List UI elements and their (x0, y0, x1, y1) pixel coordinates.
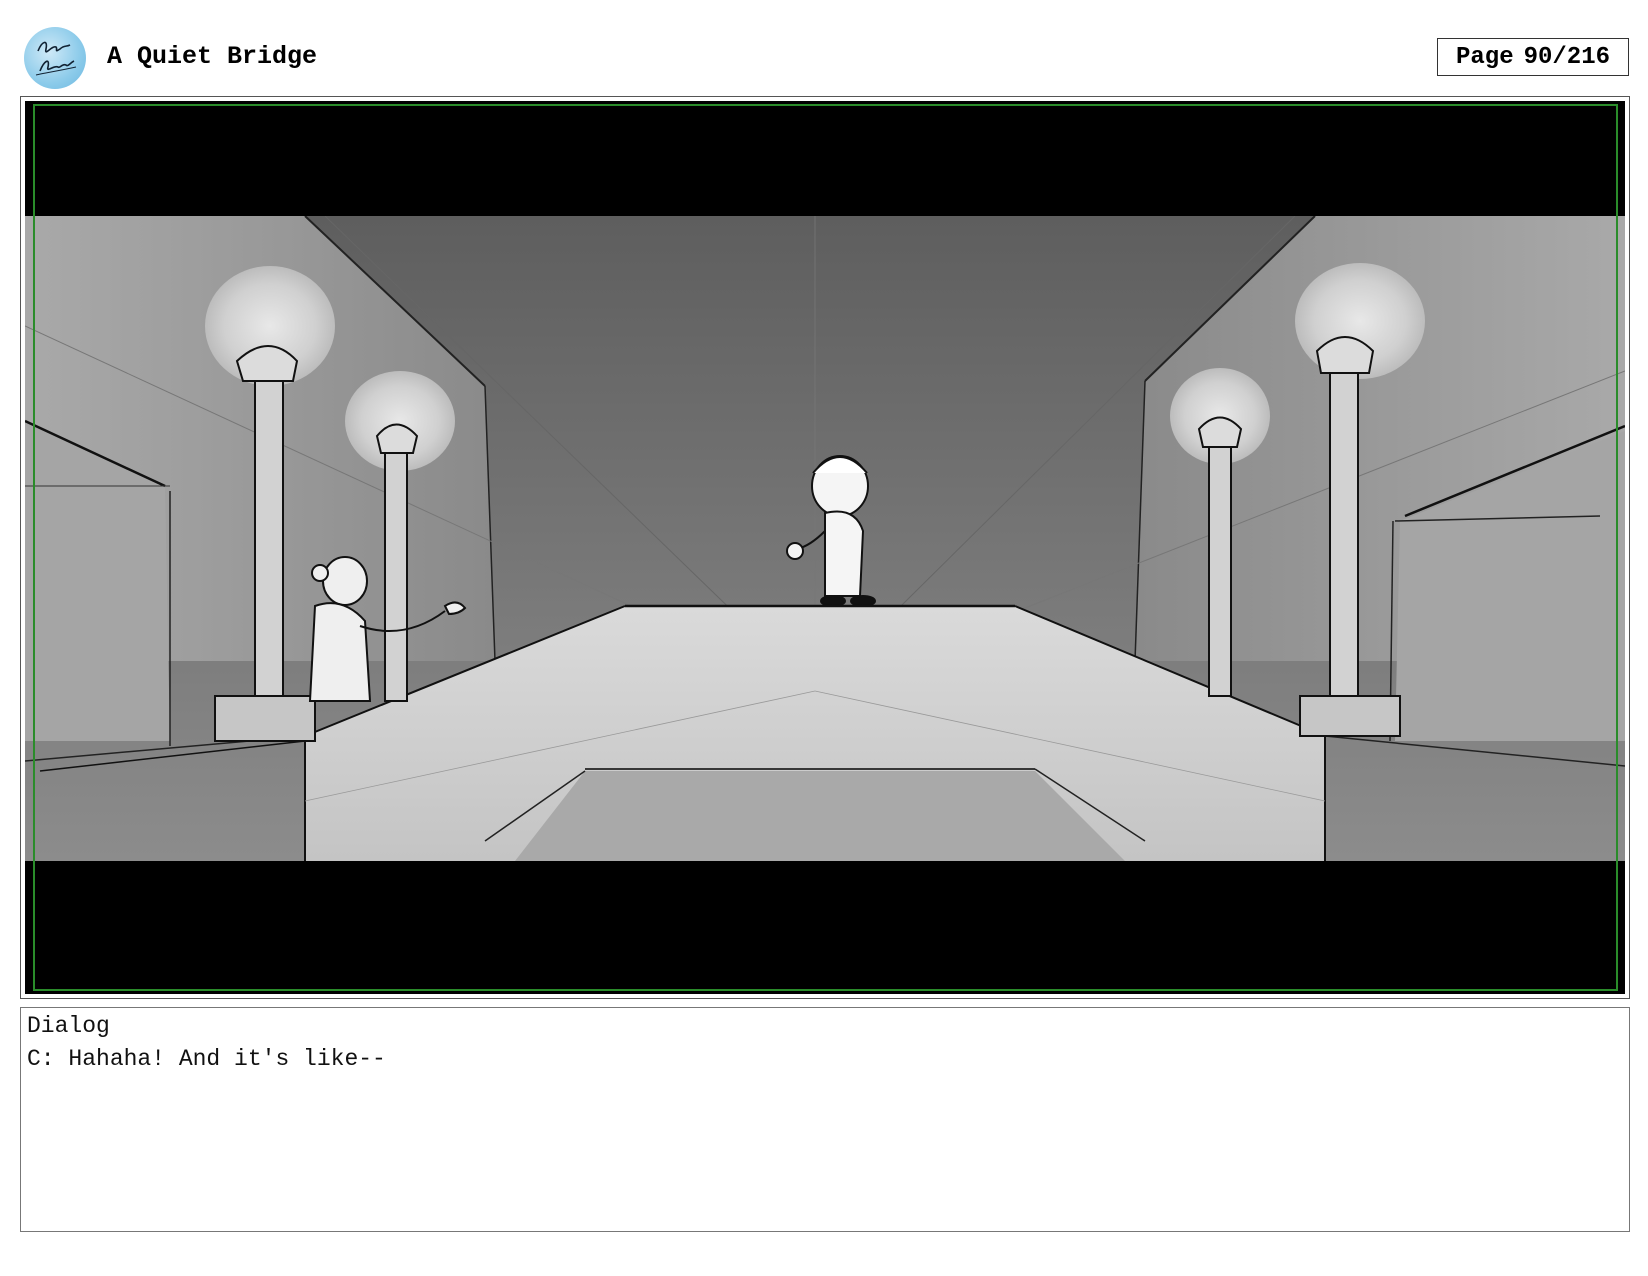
bridge-scene-illustration (25, 101, 1625, 994)
page-title: A Quiet Bridge (107, 42, 318, 71)
page-indicator: Page 90/216 (1437, 38, 1629, 76)
dialog-line: C: Hahaha! And it's like-- (27, 1046, 386, 1072)
page-number: 90/216 (1523, 43, 1611, 71)
storyboard-panel (25, 101, 1625, 994)
dialog-label: Dialog (27, 1013, 110, 1039)
page-label: Page (1455, 43, 1514, 71)
dialog-box (20, 1007, 1630, 1232)
signature-icon (35, 41, 77, 76)
artist-logo (24, 27, 86, 89)
